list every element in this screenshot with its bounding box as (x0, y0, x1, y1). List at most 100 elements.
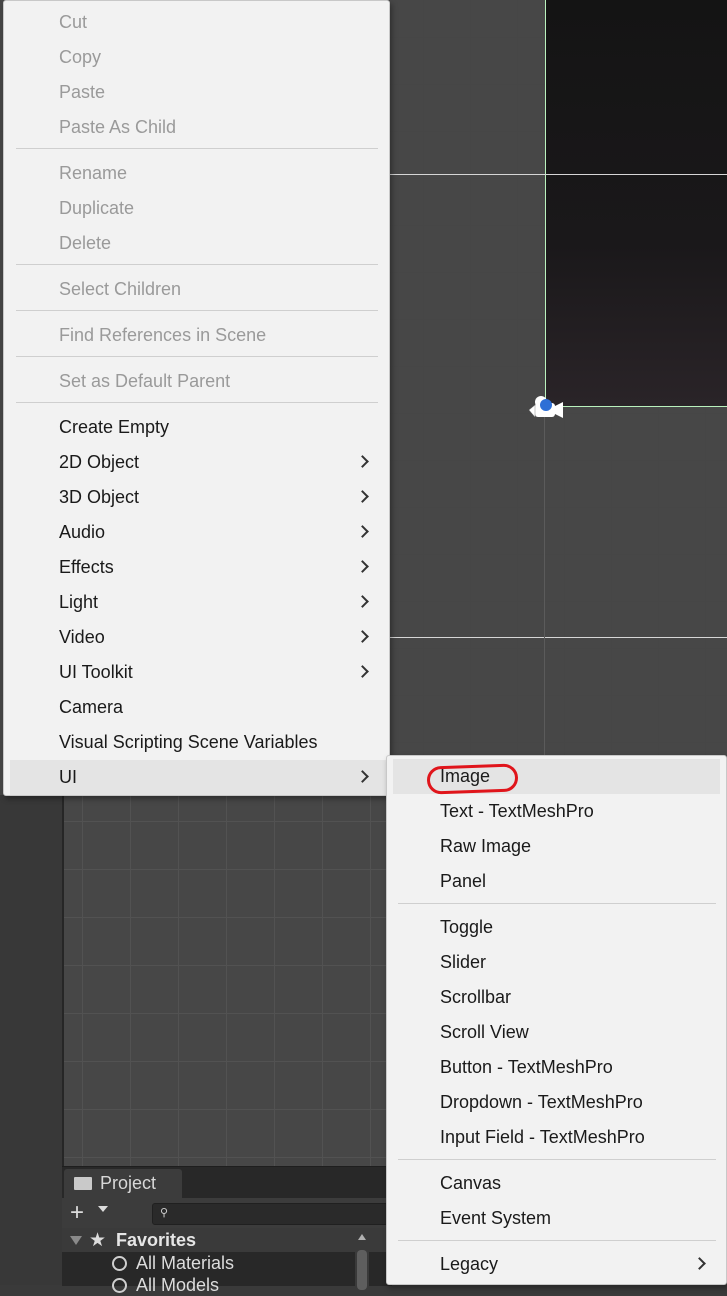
chevron-right-icon (693, 1257, 706, 1270)
menu-item-3d-object[interactable]: 3D Object (4, 480, 389, 515)
menu-item-visual-scripting-scene-variables[interactable]: Visual Scripting Scene Variables (4, 725, 389, 760)
game-view-frame (545, 0, 727, 407)
menu-item-label: Copy (59, 47, 102, 67)
menu-item-find-references[interactable]: Find References in Scene (4, 318, 389, 353)
menu-separator (16, 356, 378, 357)
menu-item-label: Camera (59, 697, 124, 717)
scene-guide-line (390, 637, 727, 638)
submenu-item-legacy[interactable]: Legacy (387, 1247, 726, 1282)
red-circle-annotation (426, 763, 519, 795)
menu-item-2d-object[interactable]: 2D Object (4, 445, 389, 480)
project-tab-label: Project (100, 1173, 157, 1193)
menu-item-label: Set as Default Parent (59, 371, 231, 391)
menu-separator (398, 1240, 716, 1241)
favorites-item-label: All Models (136, 1275, 220, 1295)
menu-item-label: Paste As Child (59, 117, 177, 137)
menu-separator (16, 402, 378, 403)
chevron-down-icon[interactable] (98, 1206, 108, 1212)
submenu-item-event-system[interactable]: Event System (387, 1201, 726, 1236)
chevron-right-icon (356, 630, 369, 643)
menu-item-paste[interactable]: Paste (4, 75, 389, 110)
menu-separator (16, 148, 378, 149)
chevron-right-icon (356, 770, 369, 783)
menu-item-label: Text - TextMeshPro (440, 801, 594, 821)
submenu-item-raw-image[interactable]: Raw Image (387, 829, 726, 864)
submenu-item-toggle[interactable]: Toggle (387, 910, 726, 945)
star-icon: ★ (89, 1230, 107, 1251)
menu-item-rename[interactable]: Rename (4, 156, 389, 191)
menu-item-create-empty[interactable]: Create Empty (4, 410, 389, 445)
chevron-right-icon (356, 455, 369, 468)
menu-item-audio[interactable]: Audio (4, 515, 389, 550)
menu-item-label: 3D Object (59, 487, 140, 507)
submenu-item-scrollbar[interactable]: Scrollbar (387, 980, 726, 1015)
menu-item-label: Event System (440, 1208, 552, 1228)
favorites-label: Favorites (116, 1230, 197, 1250)
menu-item-camera[interactable]: Camera (4, 690, 389, 725)
menu-item-label: Audio (59, 522, 106, 542)
menu-item-label: Scrollbar (440, 987, 512, 1007)
chevron-right-icon (356, 490, 369, 503)
menu-item-ui-toolkit[interactable]: UI Toolkit (4, 655, 389, 690)
menu-item-label: Panel (440, 871, 487, 891)
chevron-right-icon (356, 560, 369, 573)
menu-item-label: Effects (59, 557, 114, 577)
menu-item-label: Duplicate (59, 198, 135, 218)
expand-arrow-icon[interactable] (70, 1236, 82, 1245)
menu-item-video[interactable]: Video (4, 620, 389, 655)
submenu-item-slider[interactable]: Slider (387, 945, 726, 980)
editor-side-panel (0, 795, 62, 1285)
menu-separator (398, 1159, 716, 1160)
submenu-item-text-textmeshpro[interactable]: Text - TextMeshPro (387, 794, 726, 829)
menu-item-label: Canvas (440, 1173, 502, 1193)
submenu-item-scroll-view[interactable]: Scroll View (387, 1015, 726, 1050)
menu-item-label: Select Children (59, 279, 182, 299)
menu-item-label: Cut (59, 12, 88, 32)
search-icon (112, 1278, 127, 1293)
menu-item-label: Slider (440, 952, 487, 972)
menu-item-label: Legacy (440, 1254, 499, 1274)
scene-axis-line (544, 406, 545, 795)
scrollbar-thumb[interactable] (357, 1250, 367, 1290)
menu-item-label: Input Field - TextMeshPro (440, 1127, 645, 1147)
search-icon (112, 1256, 127, 1271)
menu-item-label: UI Toolkit (59, 662, 133, 682)
menu-item-label: Visual Scripting Scene Variables (59, 732, 318, 752)
submenu-item-button-textmeshpro[interactable]: Button - TextMeshPro (387, 1050, 726, 1085)
menu-item-label: Toggle (440, 917, 494, 937)
menu-item-cut[interactable]: Cut (4, 5, 389, 40)
menu-item-ui[interactable]: UI (10, 760, 389, 795)
submenu-item-panel[interactable]: Panel (387, 864, 726, 899)
menu-item-label: Delete (59, 233, 112, 253)
project-scrollbar[interactable] (355, 1228, 369, 1290)
menu-item-select-children[interactable]: Select Children (4, 272, 389, 307)
menu-item-label: Paste (59, 82, 106, 102)
tab-project[interactable]: Project (64, 1169, 182, 1198)
favorites-header[interactable]: ★ Favorites (62, 1228, 392, 1252)
submenu-item-input-field-textmeshpro[interactable]: Input Field - TextMeshPro (387, 1120, 726, 1155)
menu-item-delete[interactable]: Delete (4, 226, 389, 261)
menu-item-label: UI (59, 767, 77, 787)
menu-item-label: Video (59, 627, 105, 647)
submenu-item-dropdown-textmeshpro[interactable]: Dropdown - TextMeshPro (387, 1085, 726, 1120)
menu-item-label: Rename (59, 163, 128, 183)
search-input[interactable]: ⚲ (152, 1203, 394, 1225)
camera-icon[interactable] (527, 393, 567, 423)
menu-item-paste-as-child[interactable]: Paste As Child (4, 110, 389, 145)
menu-item-label: 2D Object (59, 452, 140, 472)
scene-grid-lower[interactable] (62, 795, 394, 1167)
menu-item-effects[interactable]: Effects (4, 550, 389, 585)
scroll-up-icon[interactable] (358, 1234, 366, 1240)
favorites-item-label: All Materials (136, 1253, 235, 1273)
menu-item-set-default-parent[interactable]: Set as Default Parent (4, 364, 389, 399)
submenu-item-image[interactable]: Image (393, 759, 720, 795)
menu-item-duplicate[interactable]: Duplicate (4, 191, 389, 226)
menu-item-copy[interactable]: Copy (4, 40, 389, 75)
project-toolbar: + ⚲ (62, 1198, 394, 1228)
submenu-item-canvas[interactable]: Canvas (387, 1166, 726, 1201)
scene-guide-line (390, 174, 727, 175)
menu-item-light[interactable]: Light (4, 585, 389, 620)
chevron-right-icon (356, 595, 369, 608)
add-button[interactable]: + (70, 1200, 84, 1226)
menu-item-label: Button - TextMeshPro (440, 1057, 613, 1077)
